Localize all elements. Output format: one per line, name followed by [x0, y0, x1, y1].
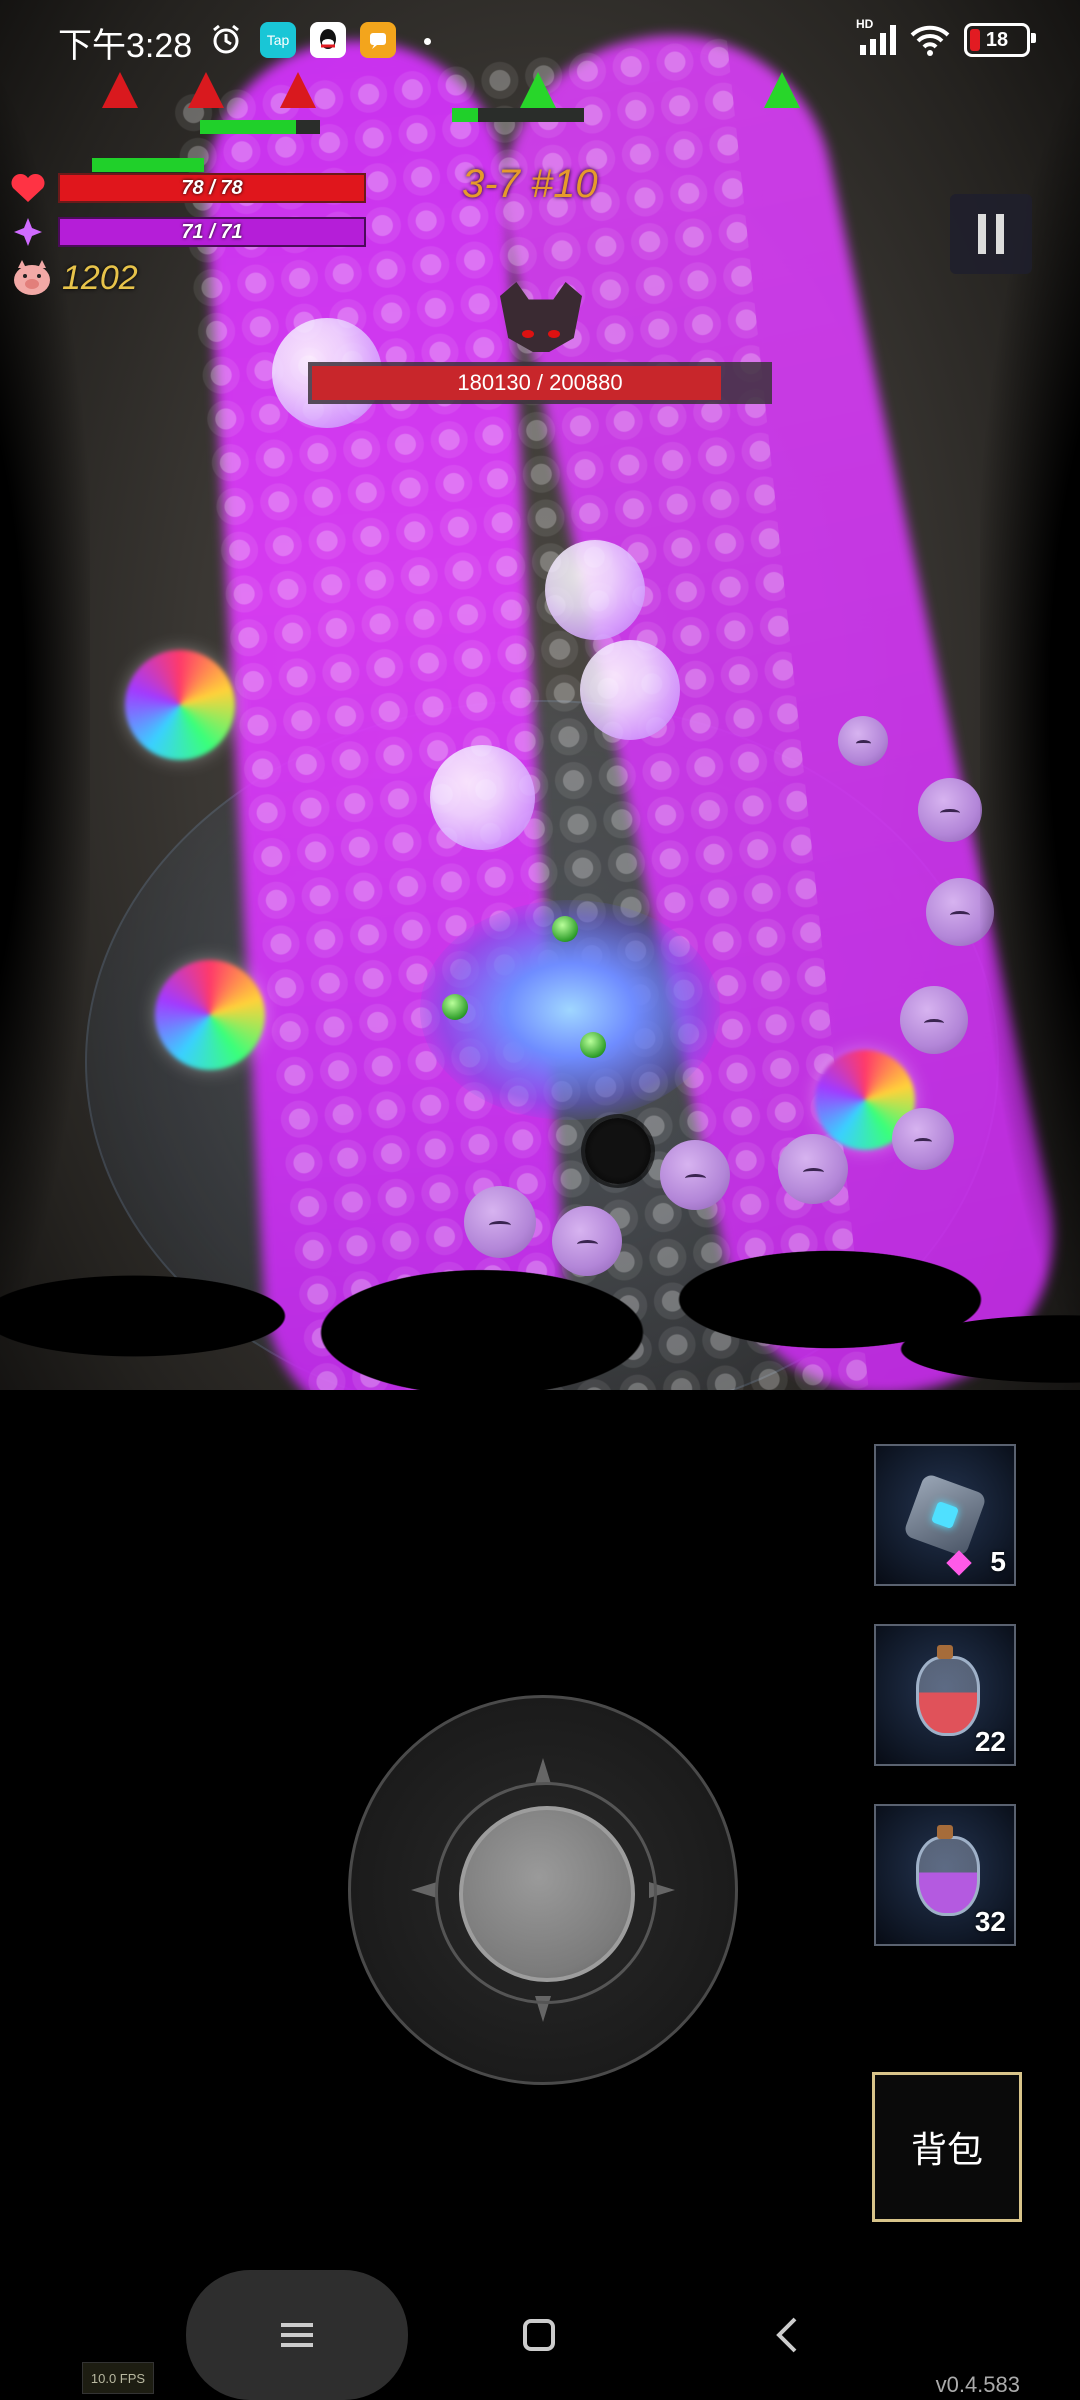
pearl-orb [545, 540, 645, 640]
wifi-icon [910, 23, 950, 57]
gold-count: 1202 [62, 258, 138, 297]
home-square-icon [523, 2319, 555, 2351]
stage-label: 3-7 #10 [462, 162, 598, 206]
pause-icon [978, 214, 1004, 254]
joystick-knob[interactable] [459, 1806, 635, 1982]
rainbow-orb [155, 960, 265, 1070]
mana-icon [14, 218, 42, 246]
slime-enemy [660, 1140, 730, 1210]
slime-enemy [464, 1186, 536, 1258]
battery-level [970, 29, 980, 51]
heart-icon [11, 173, 45, 202]
nav-menu-button[interactable] [186, 2270, 408, 2400]
hp-text: 78 / 78 [181, 177, 243, 199]
item-slot-purple-potion[interactable]: 32 [874, 1804, 1016, 1946]
version-label: v0.4.583 [935, 2372, 1020, 2397]
signal-icon: HD [856, 17, 896, 55]
rainbow-orb [125, 650, 235, 760]
boss-hp-text: 180130 / 200880 [457, 370, 623, 395]
joystick-arrow-left [411, 1882, 437, 1898]
network-type: HD [856, 17, 874, 31]
green-projectile [442, 994, 468, 1020]
message-app-icon [360, 22, 396, 58]
notification-dot [424, 38, 431, 45]
item-count: 5 [990, 1546, 1006, 1577]
purple-potion-icon [916, 1825, 980, 1916]
green-projectile [580, 1032, 606, 1058]
bag-button[interactable]: 背包 [872, 2072, 1022, 2222]
enemy-hp-fill [92, 158, 204, 172]
slime-enemy [918, 778, 982, 842]
cube-icon [902, 1472, 988, 1558]
slime-enemy [892, 1108, 954, 1170]
mp-row: 71 / 71 [10, 216, 366, 248]
tap-app-icon: Tap [260, 22, 296, 58]
menu-icon [281, 2323, 313, 2347]
qq-icon [310, 22, 346, 58]
hp-row: 78 / 78 [10, 172, 366, 204]
item-count: 22 [974, 1726, 1006, 1757]
boss-eye [522, 330, 534, 338]
joystick-arrow-up [535, 1758, 551, 1784]
boss-hp-bar: 180130 / 200880 [308, 362, 772, 404]
boss-eye [548, 330, 560, 338]
slime-enemy [900, 986, 968, 1054]
hp-bar: 78 / 78 [58, 173, 366, 203]
mp-text: 71 / 71 [181, 221, 243, 243]
player-character [585, 1118, 651, 1184]
battery-icon: 18 [964, 23, 1036, 57]
pearl-orb [580, 640, 680, 740]
gold-row: 1202 [10, 258, 138, 298]
alarm-icon [208, 22, 244, 58]
item-count: 32 [974, 1906, 1006, 1937]
enemy-hp-fill [452, 108, 478, 122]
fps-counter: 10.0 FPS [82, 2362, 154, 2394]
item-slot-cube[interactable]: 5 [874, 1444, 1016, 1586]
gem-icon [946, 1550, 972, 1576]
item-slot-red-potion[interactable]: 22 [874, 1624, 1016, 1766]
green-projectile [552, 916, 578, 942]
virtual-joystick[interactable] [348, 1695, 738, 2085]
pause-button[interactable] [950, 194, 1032, 274]
pig-icon [14, 260, 50, 295]
battery-text: 18 [985, 28, 1009, 51]
red-potion-icon [916, 1645, 980, 1736]
status-bar: 下午3:28 Tap HD 18 [0, 0, 1080, 80]
enemy-hp-fill [200, 120, 296, 134]
slime-enemy [778, 1134, 848, 1204]
nav-home-button[interactable] [504, 2300, 574, 2370]
pearl-orb [430, 745, 535, 850]
back-arrow-icon [776, 2317, 797, 2353]
forest-edge [0, 60, 90, 1360]
nav-back-button[interactable] [752, 2300, 822, 2370]
mp-bar: 71 / 71 [58, 217, 366, 247]
slime-enemy [838, 716, 888, 766]
clock: 下午3:28 [58, 27, 193, 65]
